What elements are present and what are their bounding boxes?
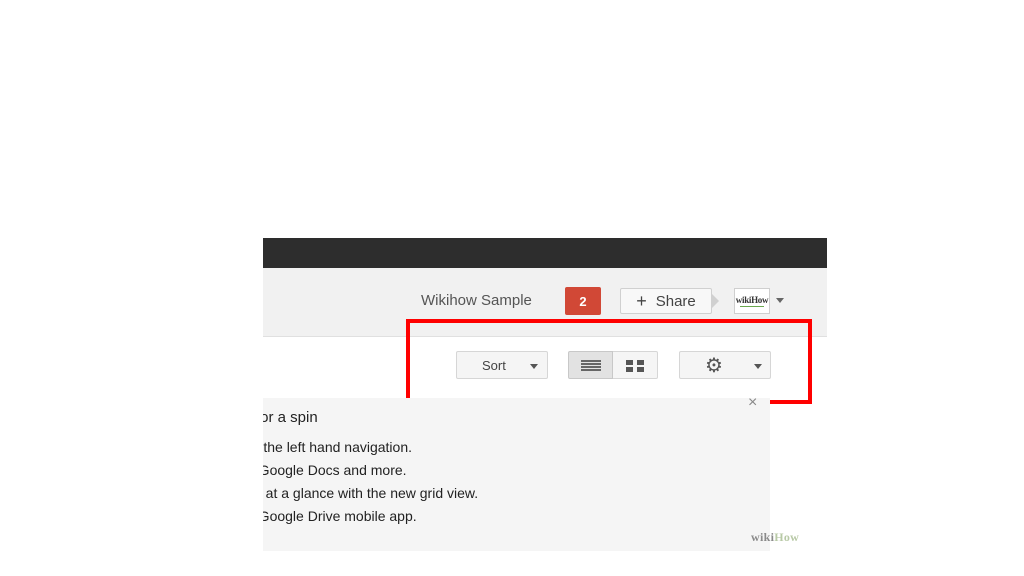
promo-item: e Google Docs and more. [263, 462, 407, 478]
promo-item: re the left hand navigation. [263, 439, 413, 455]
chevron-down-icon [530, 364, 538, 369]
promo-item: e Google Drive mobile app. [263, 508, 417, 524]
avatar[interactable]: wikiHow [734, 288, 770, 314]
sort-button[interactable]: Sort [456, 351, 548, 379]
drive-screenshot: Wikihow Sample 2 + Share wikiHow Sort ⚙ … [263, 238, 827, 551]
watermark-wiki: wiki [751, 530, 775, 544]
list-view-icon [581, 360, 601, 371]
promo-title: for a spin [263, 409, 318, 426]
close-icon[interactable]: × [748, 394, 757, 412]
account-name[interactable]: Wikihow Sample [421, 292, 532, 309]
wikihow-watermark: wikiHow [751, 530, 799, 545]
plus-icon: + [636, 291, 647, 311]
share-label: Share [655, 292, 696, 310]
top-black-bar [263, 238, 827, 268]
sort-label: Sort [482, 358, 506, 373]
list-view-button[interactable] [568, 351, 613, 379]
notification-badge[interactable]: 2 [565, 287, 601, 315]
grid-view-icon [626, 360, 644, 372]
chevron-down-icon [754, 364, 762, 369]
share-button[interactable]: + Share [620, 288, 712, 314]
promo-item: es at a glance with the new grid view. [263, 485, 479, 501]
gear-icon: ⚙ [705, 355, 723, 377]
settings-button[interactable]: ⚙ [679, 351, 771, 379]
watermark-how: How [774, 530, 800, 544]
account-chevron-down-icon[interactable] [776, 298, 784, 303]
avatar-logo: wikiHow [735, 295, 769, 305]
avatar-logo-underline [740, 306, 764, 307]
promo-panel: for a spin re the left hand navigation. … [263, 398, 770, 551]
grid-view-button[interactable] [613, 351, 658, 379]
share-arrow-icon [711, 293, 719, 309]
